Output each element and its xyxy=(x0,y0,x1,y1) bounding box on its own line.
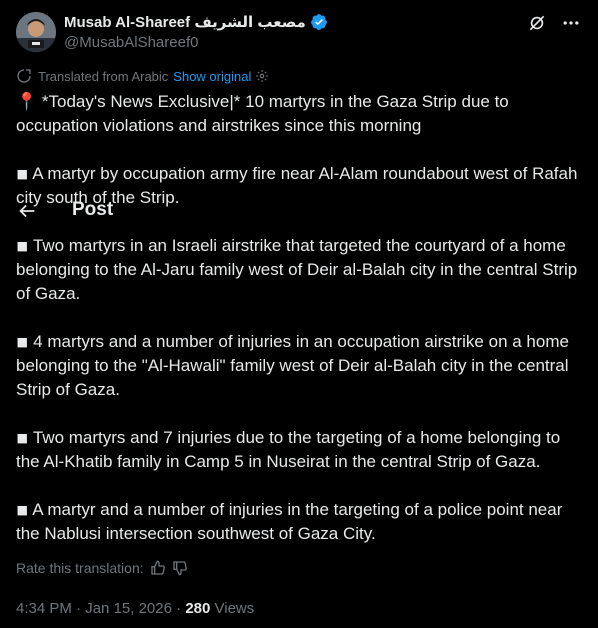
post-paragraph: 📍 *Today's News Exclusive|* 10 martyrs i… xyxy=(16,92,509,135)
name-row: Musab Al-Shareef مصعب الشريف xyxy=(64,13,328,31)
thumbs-down-icon[interactable] xyxy=(172,560,188,576)
post-paragraph: ◾ Two martyrs and 7 injuries due to the … xyxy=(16,428,561,471)
gear-icon[interactable] xyxy=(255,69,269,83)
show-original-link[interactable]: Show original xyxy=(173,69,251,84)
translation-notice-text: Translated from Arabic xyxy=(38,68,169,84)
page-title: Post xyxy=(72,199,114,220)
verified-badge-icon xyxy=(310,14,327,30)
post-meta: 4:34 PM · Jan 15, 2026 · 280 Views xyxy=(16,600,254,617)
rate-translation: Rate this translation: xyxy=(16,560,188,576)
translation-notice: Translated from Arabic Show original xyxy=(16,68,269,84)
meta-separator: · xyxy=(76,600,82,617)
post-paragraph: ◾ 4 martyrs and a number of injuries in … xyxy=(16,332,569,399)
translate-icon xyxy=(17,69,31,83)
author-display-name[interactable]: Musab Al-Shareef مصعب الشريف xyxy=(64,13,306,31)
views-count: 280 xyxy=(185,600,211,617)
rate-translation-label: Rate this translation: xyxy=(16,560,144,576)
post-paragraph: ◾ A martyr and a number of injuries in t… xyxy=(16,500,563,543)
thumbs-up-icon[interactable] xyxy=(150,560,166,576)
views-label: Views xyxy=(214,600,255,617)
avatar[interactable] xyxy=(16,12,56,52)
post-date[interactable]: Jan 15, 2026 xyxy=(85,600,172,617)
post-time[interactable]: 4:34 PM xyxy=(16,600,72,617)
post-paragraph: ◾ Two martyrs in an Israeli airstrike th… xyxy=(16,236,578,303)
post-body: 📍 *Today's News Exclusive|* 10 martyrs i… xyxy=(16,90,586,570)
more-icon[interactable] xyxy=(560,12,582,34)
post-header: Musab Al-Shareef مصعب الشريف @MusabAlSha… xyxy=(16,12,582,60)
meta-separator: · xyxy=(176,600,182,617)
back-arrow-icon[interactable] xyxy=(16,200,38,222)
top-nav-bar: Post xyxy=(0,196,598,226)
top-actions xyxy=(526,12,582,34)
grok-icon[interactable] xyxy=(526,12,548,34)
author-handle[interactable]: @MusabAlShareef0 xyxy=(64,34,198,51)
avatar-image xyxy=(16,12,56,52)
